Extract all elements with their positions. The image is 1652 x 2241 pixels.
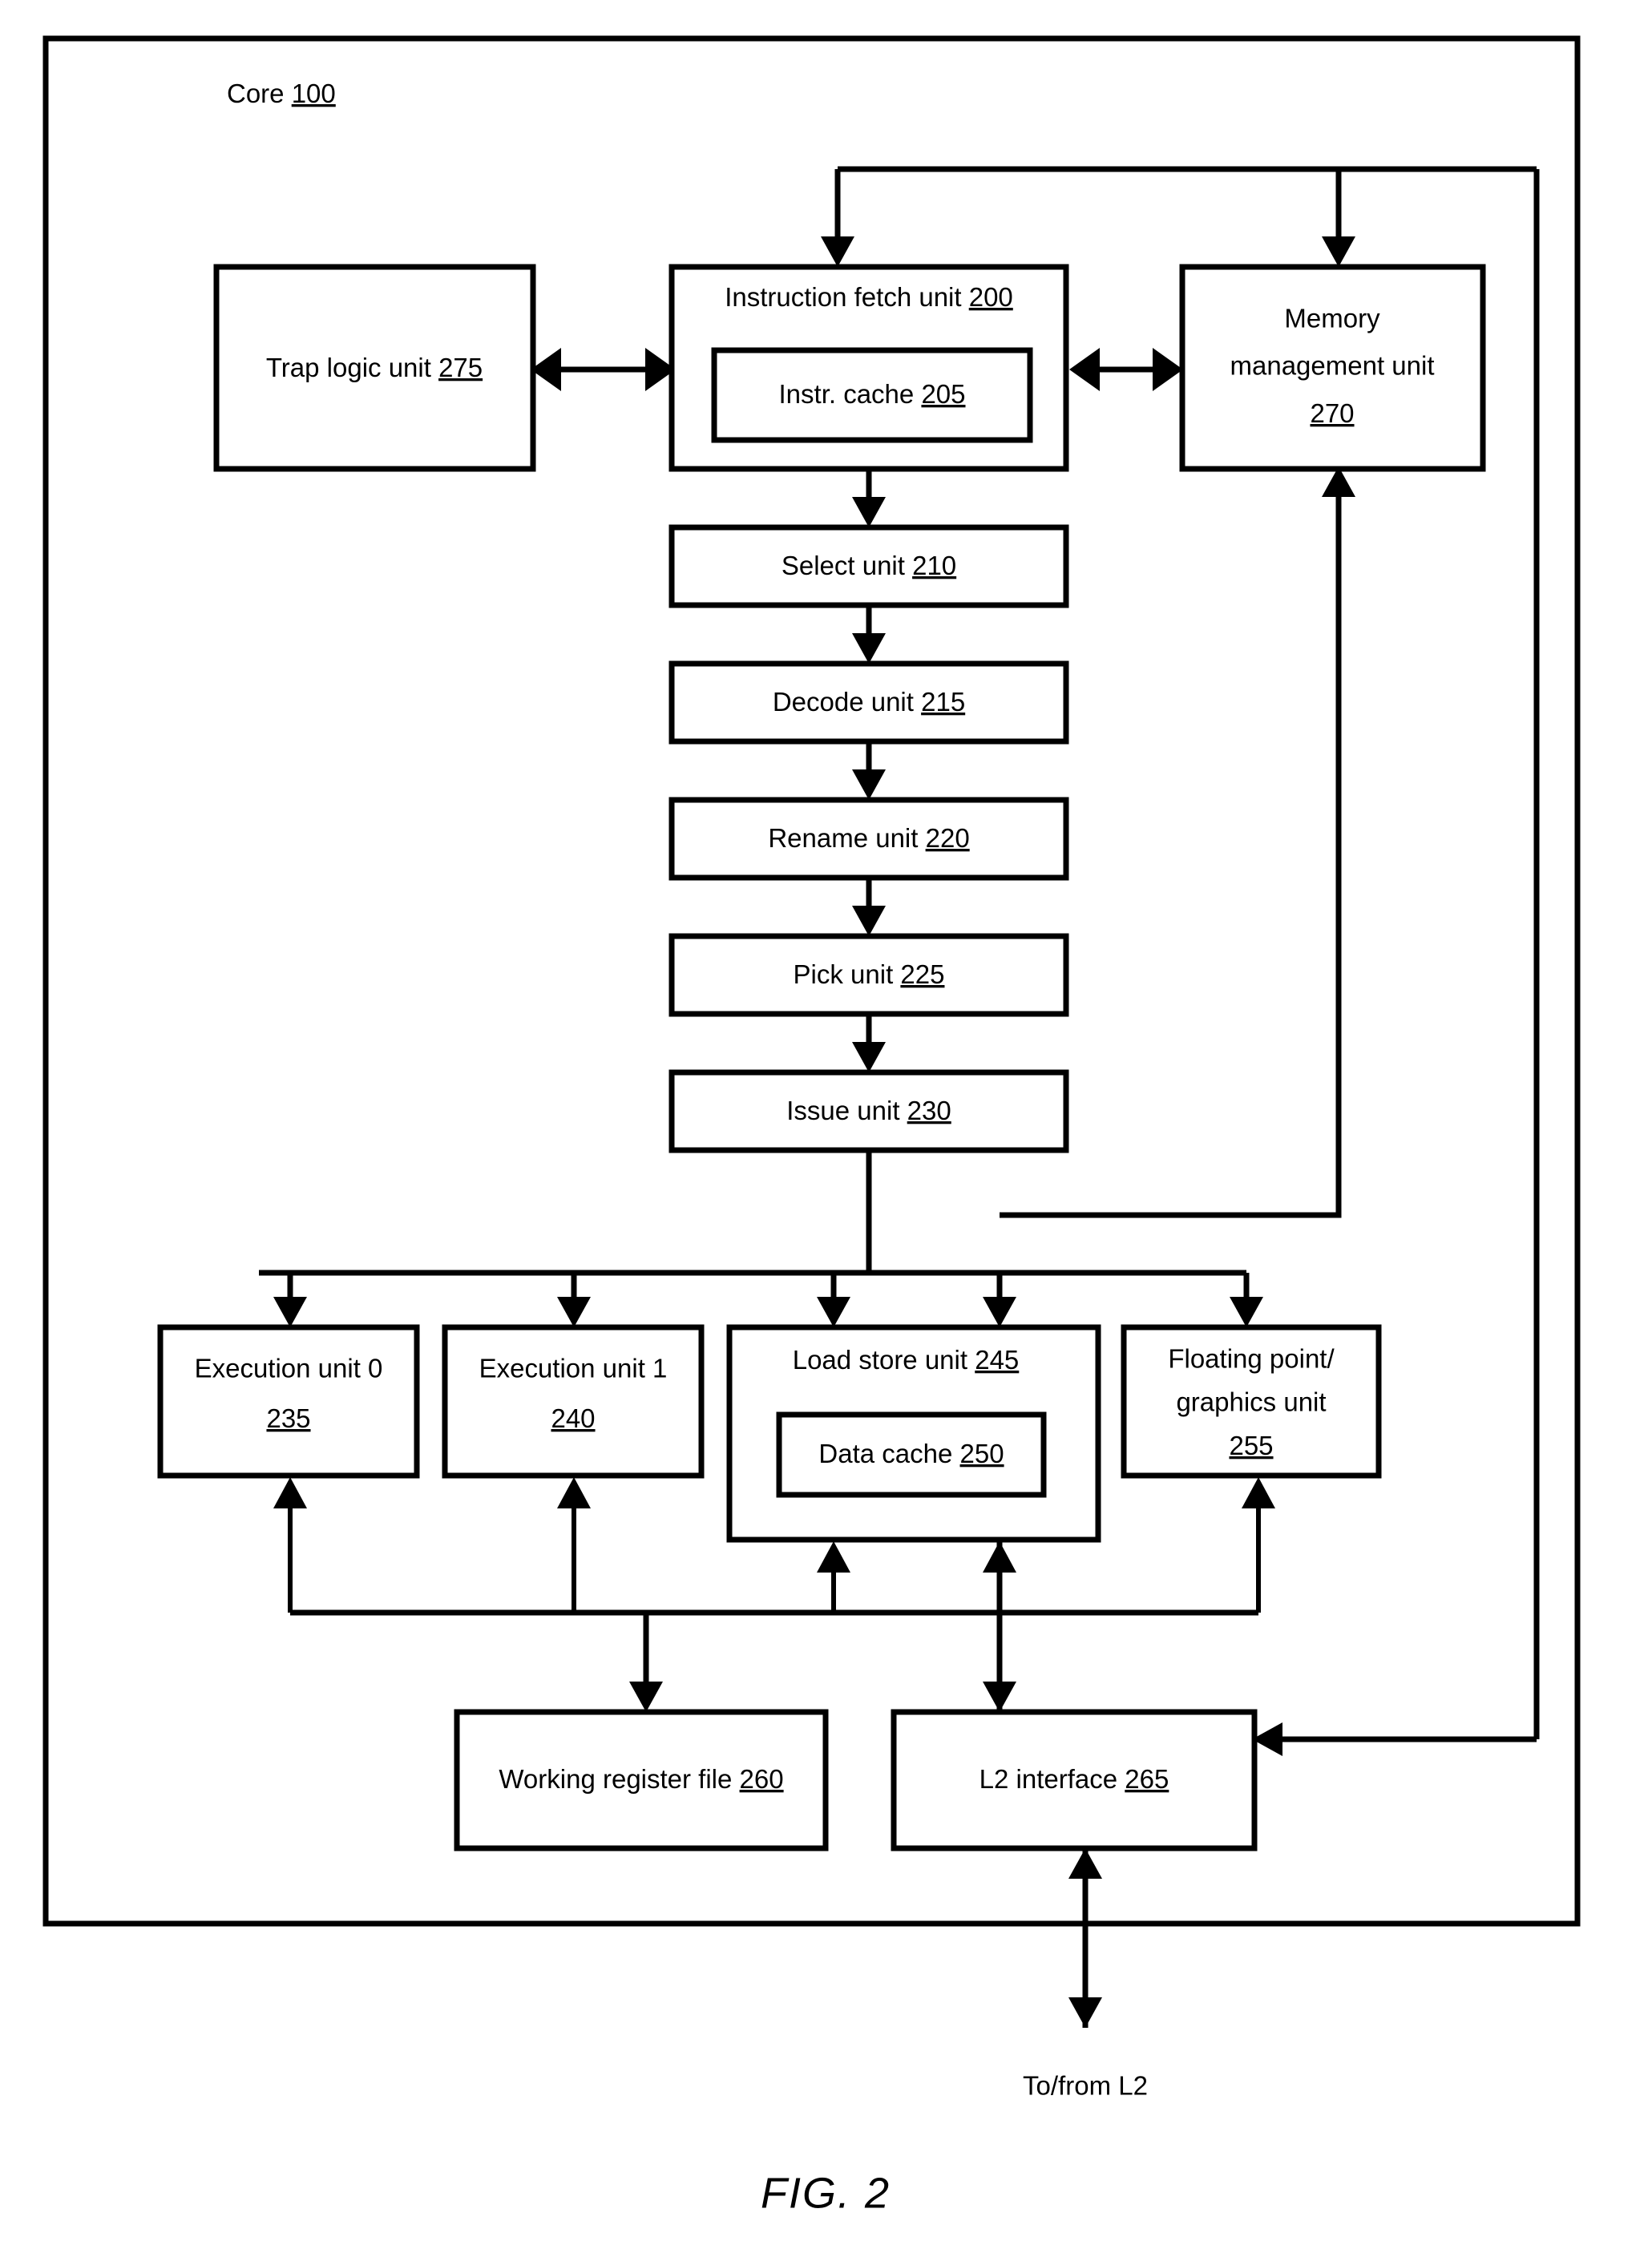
- l2-interface-label: L2 interface 265: [979, 1764, 1169, 1794]
- arrow-into-issue-unit: [852, 1042, 886, 1072]
- arrow-into-load-store-unit-a: [817, 1297, 850, 1327]
- arrow-into-execution-unit-0: [273, 1297, 307, 1327]
- figure-caption: FIG. 2: [761, 2169, 891, 2217]
- arrow-into-ifu-top: [821, 236, 854, 267]
- execution-unit-1-ref: 240: [551, 1403, 595, 1433]
- arrow-into-pick-unit: [852, 906, 886, 936]
- core-block-diagram: Core 100 Trap logic unit 275 Instruction…: [42, 35, 1581, 2217]
- pick-unit-label: Pick unit 225: [794, 959, 945, 989]
- arrow-to-mmu-left: [1153, 348, 1183, 391]
- memory-management-unit-label-line1: Memory: [1284, 304, 1380, 333]
- arrow-into-rename-unit: [852, 769, 886, 800]
- arrow-into-decode-unit: [852, 633, 886, 664]
- arrow-up-into-load-store-unit-b: [983, 1541, 1016, 1573]
- working-register-file-label: Working register file 260: [499, 1764, 783, 1794]
- arrow-up-into-execution-unit-1: [557, 1477, 591, 1508]
- instr-cache-label: Instr. cache 205: [779, 379, 966, 409]
- execution-unit-0-ref: 235: [266, 1403, 310, 1433]
- arrow-into-working-register-file: [629, 1682, 663, 1712]
- arrow-into-execution-unit-1: [557, 1297, 591, 1327]
- load-store-unit-label: Load store unit 245: [793, 1345, 1020, 1375]
- decode-unit-label: Decode unit 215: [773, 687, 965, 717]
- execution-unit-0-label: Execution unit 0: [195, 1354, 383, 1383]
- arrow-into-floating-point-graphics-unit: [1230, 1297, 1263, 1327]
- trap-logic-unit-label: Trap logic unit 275: [266, 353, 483, 382]
- arrow-into-mmu-top: [1322, 236, 1355, 267]
- arrow-into-l2-interface-top: [983, 1682, 1016, 1712]
- floating-point-graphics-unit-ref: 255: [1229, 1431, 1273, 1460]
- arrow-up-into-l2-interface-bottom: [1068, 1848, 1102, 1879]
- select-unit-label: Select unit 210: [782, 551, 956, 580]
- memory-management-unit-ref: 270: [1310, 398, 1354, 428]
- core-label: Core 100: [227, 79, 336, 108]
- arrow-to-ifu-right: [1069, 348, 1100, 391]
- patent-figure: Core 100 Trap logic unit 275 Instruction…: [0, 0, 1652, 2241]
- execution-unit-0-box[interactable]: [157, 1324, 420, 1479]
- data-cache-label: Data cache 250: [818, 1439, 1004, 1468]
- rename-unit-label: Rename unit 220: [768, 823, 969, 853]
- floating-point-graphics-unit-label-line2: graphics unit: [1176, 1387, 1326, 1417]
- arrow-up-into-load-store-unit-a: [817, 1541, 850, 1573]
- arrow-into-load-store-unit-b: [983, 1297, 1016, 1327]
- arrow-up-into-execution-unit-0: [273, 1477, 307, 1508]
- floating-point-graphics-unit-label-line1: Floating point/: [1168, 1344, 1335, 1374]
- arrow-up-into-floating-point-graphics-unit: [1242, 1477, 1275, 1508]
- arrow-down-to-external-l2: [1068, 1997, 1102, 2028]
- execution-unit-1-box[interactable]: [442, 1324, 705, 1479]
- instruction-fetch-unit-label: Instruction fetch unit 200: [725, 282, 1013, 312]
- execution-unit-1-label: Execution unit 1: [479, 1354, 668, 1383]
- memory-management-unit-label-line2: management unit: [1230, 351, 1435, 381]
- issue-unit-label: Issue unit 230: [786, 1096, 951, 1125]
- arrow-into-select-unit: [852, 497, 886, 527]
- to-from-l2-label: To/from L2: [1023, 2071, 1148, 2101]
